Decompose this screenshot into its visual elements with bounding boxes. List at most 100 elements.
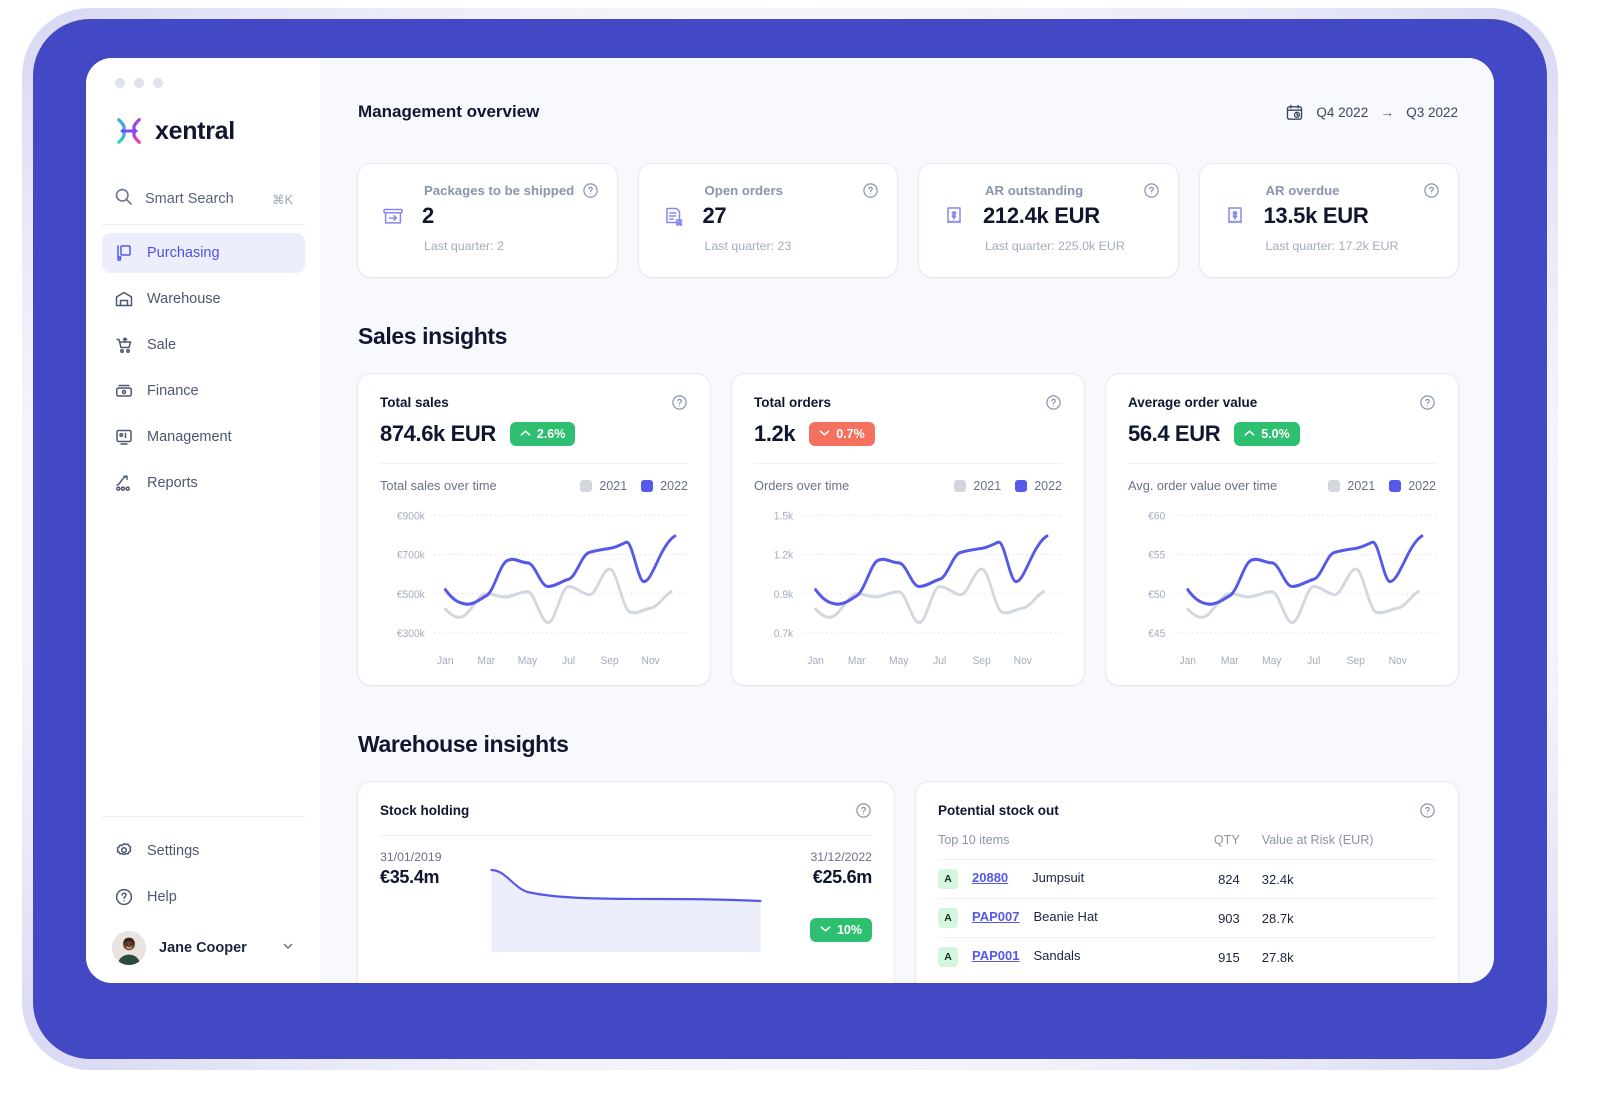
receipt-icon — [939, 201, 969, 231]
sidebar-item-management[interactable]: Management — [102, 417, 305, 457]
kpi-subtext: Last quarter: 17.2k EUR — [1265, 239, 1399, 253]
status-badge: 2.6% — [509, 422, 576, 446]
chart-card-value: 874.6k EUR — [380, 421, 496, 446]
chart-card-total-sales: Total sales 874.6k EUR 2.6% Total sales … — [358, 374, 710, 685]
legend-label: 2022 — [660, 478, 688, 493]
status-badge: 10% — [809, 918, 872, 942]
sale-icon — [114, 335, 134, 355]
kpi-value: 27 — [702, 203, 727, 228]
sales-chart-row: Total sales 874.6k EUR 2.6% Total sales … — [358, 374, 1458, 685]
abc-tag: A — [938, 908, 958, 928]
window-dot-close[interactable] — [115, 77, 125, 88]
table-row[interactable]: A PAP007 Beanie Hat 903 28.7k — [938, 898, 1436, 938]
legend-label: 2021 — [599, 478, 628, 493]
card-divider — [380, 835, 872, 836]
sidebar-item-purchasing[interactable]: Purchasing — [102, 233, 305, 273]
help-icon[interactable] — [855, 802, 872, 819]
sku-link[interactable]: PAP001 — [972, 948, 1019, 963]
chevron-down-icon — [820, 925, 831, 936]
kpi-label: Packages to be shipped — [424, 183, 575, 198]
sidebar-item-sale[interactable]: Sale — [102, 325, 305, 365]
line-chart-total-orders: 1.5k 1.2k 0.9k 0.7k Jan Mar May Jul Sep … — [754, 501, 1062, 671]
badge-text: 5.0% — [1261, 427, 1290, 441]
stock-start-date: 31/01/2019 — [380, 850, 442, 864]
legend-item-2021[interactable]: 2021 — [954, 479, 1001, 493]
x-tick-nov: Nov — [1389, 654, 1408, 667]
y-tick-2: 0.9k — [774, 588, 794, 601]
kpi-card-ar-outstanding[interactable]: AR outstanding 212.4k EUR Last quarter: … — [919, 164, 1178, 277]
search-input[interactable]: Smart Search ⌘K — [102, 176, 305, 222]
qty-cell: 915 — [1218, 949, 1240, 965]
sidebar-item-finance[interactable]: Finance — [102, 371, 305, 411]
sidebar-item-settings[interactable]: Settings — [102, 831, 305, 871]
help-icon[interactable] — [582, 182, 599, 199]
card-divider — [1128, 463, 1436, 464]
legend-item-2022[interactable]: 2022 — [641, 479, 688, 493]
chevron-down-icon[interactable] — [281, 939, 295, 958]
legend-swatch — [1328, 479, 1341, 492]
window-dot-minimize[interactable] — [134, 77, 144, 88]
help-icon[interactable] — [1143, 182, 1160, 199]
legend-item-2021[interactable]: 2021 — [1328, 479, 1375, 493]
sidebar-divider — [102, 224, 305, 225]
help-circle-icon — [114, 887, 134, 907]
help-icon[interactable] — [1045, 394, 1062, 411]
range-from[interactable]: Q4 2022 — [1316, 105, 1368, 120]
badge-text: 0.7% — [836, 427, 865, 441]
sku-link[interactable]: PAP007 — [972, 909, 1019, 924]
badge-text: 10% — [836, 923, 862, 937]
chart-legend: 2021 2022 — [1328, 479, 1436, 493]
kpi-value: 212.4k EUR — [983, 203, 1100, 228]
chart-legend: 2021 2022 — [954, 479, 1062, 493]
help-icon[interactable] — [1419, 394, 1436, 411]
chart-card-average-order-value: Average order value 56.4 EUR 5.0% Avg. o… — [1106, 374, 1458, 685]
x-tick-jul: Jul — [1307, 654, 1320, 667]
finance-icon — [114, 381, 134, 401]
x-tick-may: May — [1262, 654, 1282, 667]
legend-label: 2021 — [1347, 478, 1376, 493]
value-at-risk-cell: 32.4k — [1261, 871, 1294, 887]
table-row[interactable]: A 20880 Jumpsuit 824 32.4k — [938, 859, 1436, 899]
y-tick-1: €700k — [397, 549, 426, 562]
abc-tag: A — [938, 947, 958, 967]
qty-cell: 903 — [1218, 910, 1240, 926]
chart-card-title: Total sales — [380, 395, 449, 410]
qty-cell: 824 — [1218, 871, 1240, 887]
range-to[interactable]: Q3 2022 — [1406, 105, 1458, 120]
sku-link[interactable]: 20880 — [972, 870, 1008, 885]
legend-label: 2022 — [1408, 478, 1436, 493]
y-tick-0: €900k — [397, 510, 426, 523]
sidebar-item-reports[interactable]: Reports — [102, 463, 305, 503]
window-dot-maximize[interactable] — [153, 77, 163, 88]
legend-item-2022[interactable]: 2022 — [1015, 479, 1062, 493]
date-range-picker[interactable]: Q4 2022 → Q3 2022 — [1285, 103, 1458, 122]
kpi-label: AR overdue — [1265, 183, 1340, 198]
help-icon[interactable] — [862, 182, 879, 199]
brand-logo: xentral — [102, 92, 305, 154]
column-header-qty: QTY — [1213, 833, 1240, 847]
table-row[interactable]: A PAP001 Sandals 915 27.8k — [938, 937, 1436, 977]
chevron-up-icon — [520, 429, 531, 440]
legend-swatch — [1015, 479, 1028, 492]
kpi-value: 13.5k EUR — [1263, 203, 1369, 228]
xentral-logo-icon — [114, 116, 144, 146]
legend-item-2021[interactable]: 2021 — [580, 479, 627, 493]
sidebar-item-label: Help — [147, 889, 177, 905]
x-tick-sep: Sep — [600, 654, 618, 667]
sidebar-item-warehouse[interactable]: Warehouse — [102, 279, 305, 319]
sidebar-item-help[interactable]: Help — [102, 877, 305, 917]
kpi-card-open-orders[interactable]: Open orders 27 Last quarter: 23 — [638, 164, 897, 277]
help-icon[interactable] — [1423, 182, 1440, 199]
sidebar-item-label: Sale — [147, 337, 177, 353]
search-placeholder: Smart Search — [145, 191, 234, 207]
kpi-card-ar-overdue[interactable]: AR overdue 13.5k EUR Last quarter: 17.2k… — [1199, 164, 1458, 277]
legend-label: 2021 — [973, 478, 1002, 493]
chart-subtitle: Avg. order value over time — [1128, 478, 1278, 493]
legend-item-2022[interactable]: 2022 — [1389, 479, 1436, 493]
user-menu[interactable]: Jane Cooper — [102, 923, 305, 965]
stock-area-fill — [491, 870, 761, 952]
kpi-card-packages-to-be-shipped[interactable]: Packages to be shipped 2 Last quarter: 2 — [358, 164, 617, 277]
help-icon[interactable] — [1419, 802, 1436, 819]
help-icon[interactable] — [671, 394, 688, 411]
item-cell: A PAP007 Beanie Hat — [938, 899, 1187, 938]
